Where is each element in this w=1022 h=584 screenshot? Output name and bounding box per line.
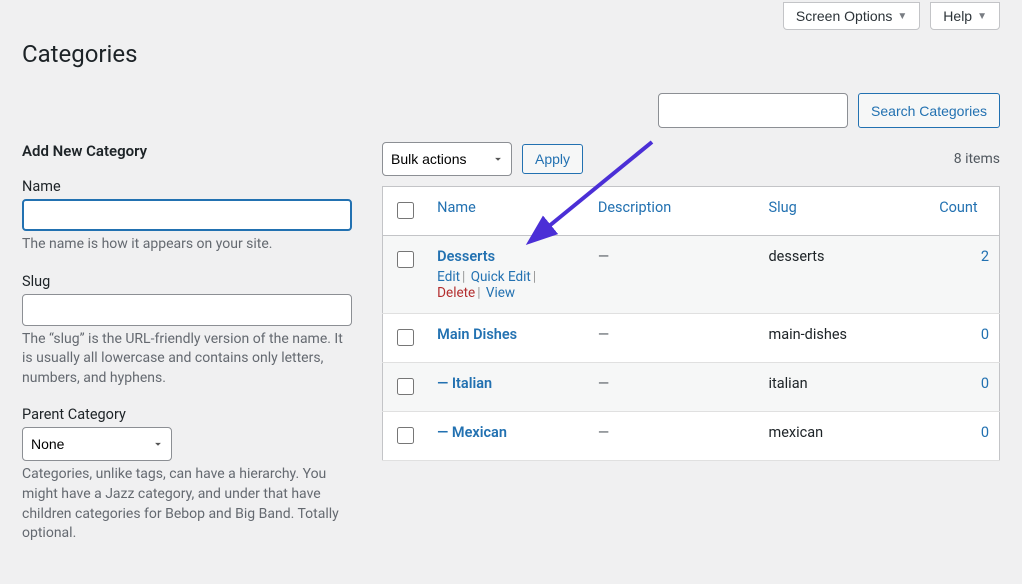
page-title: Categories [22, 40, 1000, 68]
description-cell: — [598, 375, 609, 392]
slug-cell: desserts [769, 248, 825, 265]
row-checkbox[interactable] [397, 427, 414, 444]
slug-help: The “slug” is the URL-friendly version o… [22, 330, 352, 389]
name-help: The name is how it appears on your site. [22, 235, 352, 255]
select-all-checkbox[interactable] [397, 202, 414, 219]
search-categories-button[interactable]: Search Categories [858, 93, 1000, 128]
row-checkbox[interactable] [397, 378, 414, 395]
view-link[interactable]: View [486, 285, 515, 301]
description-cell: — [598, 326, 609, 343]
name-label: Name [22, 178, 352, 195]
col-name-header[interactable]: Name [437, 199, 476, 216]
screen-options-label: Screen Options [796, 8, 893, 24]
table-row: Main Dishes — main-dishes 0 [383, 314, 1000, 363]
table-row: — Italian — italian 0 [383, 363, 1000, 412]
description-cell: — [598, 248, 609, 265]
col-description-header[interactable]: Description [598, 199, 671, 216]
items-count: 8 items [954, 151, 1000, 167]
screen-options-button[interactable]: Screen Options ▼ [783, 2, 920, 30]
category-title-link[interactable]: — Mexican [437, 424, 507, 441]
table-row: — Mexican — mexican 0 [383, 412, 1000, 461]
parent-help: Categories, unlike tags, can have a hier… [22, 465, 352, 543]
row-checkbox[interactable] [397, 329, 414, 346]
chevron-down-icon: ▼ [977, 11, 987, 22]
count-link[interactable]: 0 [981, 375, 989, 392]
help-label: Help [943, 8, 972, 24]
col-slug-header[interactable]: Slug [769, 199, 797, 216]
count-link[interactable]: 2 [981, 248, 989, 265]
add-new-heading: Add New Category [22, 142, 352, 160]
delete-link[interactable]: Delete [437, 285, 475, 301]
slug-cell: main-dishes [769, 326, 848, 343]
slug-label: Slug [22, 273, 352, 290]
slug-input[interactable] [22, 294, 352, 326]
chevron-down-icon: ▼ [897, 11, 907, 22]
slug-cell: italian [769, 375, 808, 392]
parent-label: Parent Category [22, 406, 352, 423]
count-link[interactable]: 0 [981, 326, 989, 343]
count-link[interactable]: 0 [981, 424, 989, 441]
row-checkbox[interactable] [397, 251, 414, 268]
category-title-link[interactable]: Main Dishes [437, 326, 517, 343]
edit-link[interactable]: Edit [437, 269, 460, 285]
parent-select[interactable]: None [22, 427, 172, 461]
slug-cell: mexican [769, 424, 824, 441]
col-count-header[interactable]: Count [939, 199, 977, 216]
apply-button[interactable]: Apply [522, 144, 583, 174]
category-title-link[interactable]: — Italian [437, 375, 492, 392]
search-input[interactable] [658, 93, 848, 128]
bulk-actions-select[interactable]: Bulk actions [382, 142, 512, 176]
description-cell: — [598, 424, 609, 441]
name-input[interactable] [22, 199, 352, 231]
table-row: Desserts Edit| Quick Edit| Delete| View … [383, 236, 1000, 314]
category-title-link[interactable]: Desserts [437, 248, 495, 265]
quick-edit-link[interactable]: Quick Edit [471, 269, 531, 285]
row-actions: Edit| Quick Edit| Delete| View [437, 269, 578, 301]
help-button[interactable]: Help ▼ [930, 2, 1000, 30]
